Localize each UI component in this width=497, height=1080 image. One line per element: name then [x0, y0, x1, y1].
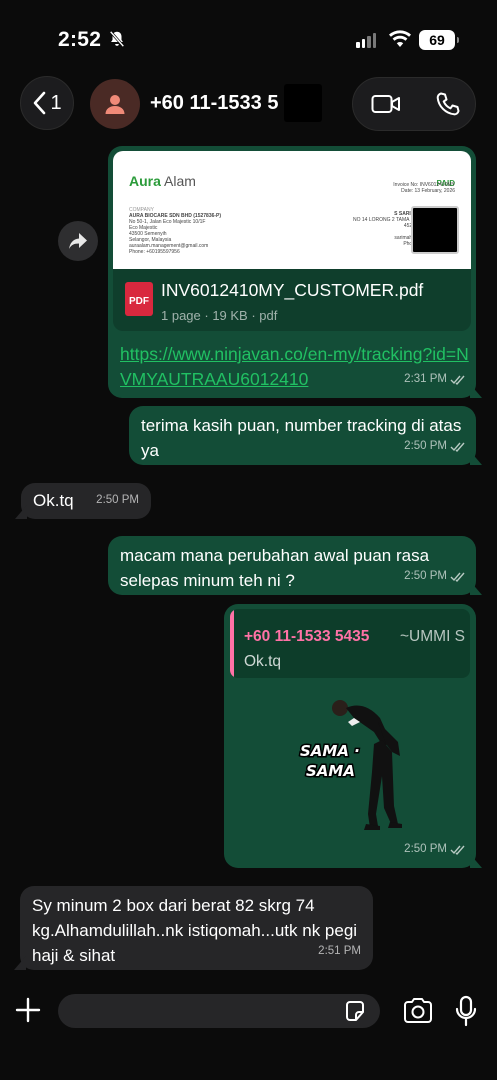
forward-button[interactable] [58, 221, 98, 261]
message-meta: 2:50 PM [404, 564, 466, 589]
read-receipt-icon [450, 572, 465, 582]
message-meta: 2:50 PM [96, 488, 139, 513]
message-bubble-reply[interactable]: +60 11-1533 5435 ~UMMI S Ok.tq SAMA · SA… [224, 604, 476, 868]
plus-icon[interactable] [14, 996, 42, 1024]
message-bubble-incoming[interactable]: Sy minum 2 box dari berat 82 skrg 74 kg.… [20, 886, 373, 970]
message-time: 2:50 PM [404, 440, 447, 452]
invoice-brand: Aura Alam [129, 173, 196, 189]
pdf-attachment[interactable]: PDF INV6012410MY_CUSTOMER.pdf 1 page · 1… [113, 269, 471, 331]
message-time: 2:51 PM [318, 945, 361, 957]
pdf-file-name: INV6012410MY_CUSTOMER.pdf [161, 280, 424, 300]
sticker-text-line2: SAMA [306, 762, 355, 780]
invoice-recipient-address: S SARIM NO 14 LORONG 2 TAMA 4520 sarimah… [353, 211, 415, 247]
back-button[interactable]: 1 [20, 76, 74, 130]
message-time: 2:50 PM [404, 570, 447, 582]
bowing-man-sticker[interactable]: SAMA · SAMA [294, 696, 424, 846]
quoted-sender: +60 11-1533 5435 [244, 628, 370, 645]
person-icon [105, 95, 125, 114]
message-meta: 2:50 PM [404, 434, 466, 459]
pdf-file-icon: PDF [125, 282, 153, 316]
forward-arrow-icon [69, 233, 87, 249]
quoted-alias: ~UMMI S [400, 628, 466, 645]
message-bubble-outgoing[interactable]: macam mana perubahan awal puan rasa sele… [108, 536, 476, 595]
message-bubble-incoming[interactable]: Ok.tq 2:50 PM [21, 483, 151, 519]
message-time: 2:50 PM [404, 843, 447, 855]
message-meta: 2:51 PM [318, 939, 361, 964]
read-receipt-icon [450, 375, 465, 385]
message-composer [0, 980, 497, 1080]
sticker-icon[interactable] [343, 999, 367, 1023]
chevron-left-icon [34, 91, 46, 115]
invoice-sender-address: COMPANY AURA BIOCARE SDN BHD (1527836-P)… [129, 207, 222, 255]
contact-name[interactable]: +60 11-1533 5 [150, 92, 278, 115]
message-time: 2:31 PM [404, 373, 447, 385]
message-meta: 2:50 PM [404, 837, 466, 862]
message-text: Sy minum 2 box dari berat 82 skrg 74 kg.… [32, 896, 358, 965]
message-text: Ok.tq [33, 491, 74, 510]
call-actions [352, 77, 476, 131]
camera-icon[interactable] [402, 997, 434, 1025]
status-time: 2:52 [58, 28, 102, 51]
invoice-number: Invoice No: INV6012410MY Date: 13 Februa… [393, 182, 455, 194]
read-receipt-icon [450, 442, 465, 452]
redaction-block [411, 206, 459, 254]
message-input[interactable] [58, 994, 380, 1028]
message-bubble-outgoing[interactable]: terima kasih puan, number tracking di at… [129, 406, 476, 465]
bell-muted-icon [109, 30, 125, 48]
quoted-text: Ok.tq [244, 653, 282, 670]
redaction-block [284, 84, 322, 122]
contact-avatar[interactable] [90, 79, 140, 129]
quoted-message[interactable]: +60 11-1533 5435 ~UMMI S Ok.tq [230, 609, 470, 678]
pdf-file-info: 1 page · 19 KB · pdf [161, 308, 278, 323]
wifi-icon [389, 30, 411, 47]
message-time: 2:50 PM [96, 494, 139, 506]
message-meta: 2:31 PM [404, 367, 466, 392]
unread-count: 1 [50, 91, 62, 114]
read-receipt-icon [450, 845, 465, 855]
phone-call-icon[interactable] [435, 91, 461, 117]
microphone-icon[interactable] [455, 995, 477, 1027]
video-call-icon[interactable] [371, 92, 401, 116]
battery-indicator: 69 [419, 30, 459, 50]
message-bubble-pdf[interactable]: Aura Alam PAID Invoice No: INV6012410MY … [108, 146, 476, 398]
cellular-signal-icon [356, 32, 376, 48]
status-bar: 2:52 69 [0, 0, 497, 70]
invoice-preview[interactable]: Aura Alam PAID Invoice No: INV6012410MY … [113, 151, 471, 269]
sticker-text-line1: SAMA · [300, 742, 360, 760]
